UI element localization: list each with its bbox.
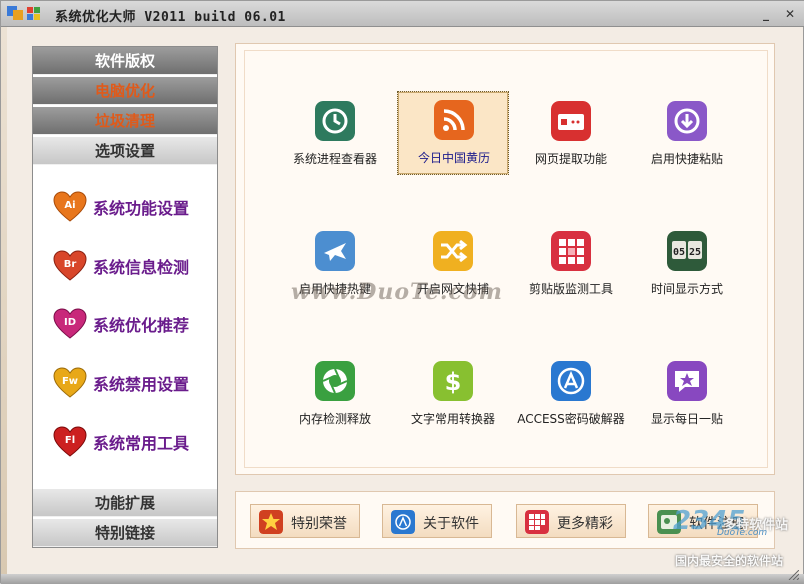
svg-text:Br: Br [64, 259, 77, 270]
tool-process-viewer[interactable]: 系统进程查看器 [279, 93, 391, 177]
button-label: 特别荣誉 [291, 516, 347, 532]
history-icon [315, 101, 355, 141]
minimize-button[interactable]: _ [759, 7, 773, 21]
tool-label: 显示每日一贴 [650, 412, 723, 426]
tools-grid: 系统进程查看器 今日中国黄历 网页提取功能 启用快捷粘贴 启用快捷热键 开启网文… [244, 50, 768, 468]
svg-text:Fw: Fw [62, 376, 78, 387]
tool-text-converter[interactable]: $ 文字常用转换器 [397, 353, 509, 437]
tool-time-display[interactable]: 05 25 时间显示方式 [631, 223, 743, 307]
svg-text:Fl: Fl [65, 435, 75, 446]
dollar-icon: $ [433, 361, 473, 401]
close-button[interactable]: ✕ [783, 7, 797, 21]
tab-pc-optimize[interactable]: 电脑优化 [33, 77, 217, 105]
heart-id-icon: ID [53, 308, 87, 339]
tool-label: 剪贴版监测工具 [528, 282, 613, 296]
clock-hours: 05 [673, 247, 685, 258]
clock-minutes: 25 [689, 247, 701, 258]
tool-label: 今日中国黄历 [417, 151, 490, 165]
resize-grip-icon[interactable] [785, 570, 799, 580]
svg-text:ID: ID [64, 317, 76, 328]
logo-site-en: DuoTe.com [717, 528, 768, 538]
menu-label: 系统常用工具 [93, 434, 190, 453]
airplane-icon [315, 231, 355, 271]
tab-copyright[interactable]: 软件版权 [33, 47, 217, 75]
sidebar-menu: Ai 系统功能设置 Br 系统信息检测 ID 系统优化推荐 Fw 系统禁用设置 … [33, 167, 217, 489]
menu-label: 系统优化推荐 [93, 316, 190, 335]
web-extract-icon [551, 101, 591, 141]
tab-options[interactable]: 选项设置 [33, 137, 217, 165]
tool-clipboard-monitor[interactable]: 剪贴版监测工具 [515, 223, 627, 307]
clock-icon: 05 25 [667, 231, 707, 271]
tool-label: 启用快捷粘贴 [650, 152, 723, 166]
menu-item-common-tools[interactable]: Fl 系统常用工具 [53, 422, 213, 462]
tool-label: 网页提取功能 [534, 152, 607, 166]
rss-icon [434, 100, 474, 140]
more-button[interactable]: 更多精彩 [516, 504, 626, 538]
info-icon [391, 510, 415, 534]
honors-button[interactable]: 特别荣誉 [250, 504, 360, 538]
about-button[interactable]: 关于软件 [382, 504, 492, 538]
app-logo-icon [7, 6, 40, 20]
tool-access-cracker[interactable]: ACCESS密码破解器 [515, 353, 627, 437]
appstore-icon [551, 361, 591, 401]
tool-label: 内存检测释放 [298, 412, 371, 426]
tab-junk-clean[interactable]: 垃圾清理 [33, 107, 217, 135]
tool-label: 系统进程查看器 [292, 152, 377, 166]
tab-special-links[interactable]: 特别链接 [33, 519, 217, 547]
tool-label: 时间显示方式 [650, 282, 723, 296]
svg-text:$: $ [445, 368, 462, 396]
star-icon [259, 510, 283, 534]
menu-label: 系统信息检测 [93, 258, 190, 277]
logo-slogan: 国内最安全的软件站 [675, 554, 784, 568]
grid-icon [525, 510, 549, 534]
sidebar: 软件版权 电脑优化 垃圾清理 选项设置 Ai 系统功能设置 Br 系统信息检测 [32, 46, 218, 548]
heart-ai-icon: Ai [53, 191, 87, 222]
button-label: 关于软件 [423, 516, 479, 532]
tab-extensions[interactable]: 功能扩展 [33, 489, 217, 517]
menu-item-system-info[interactable]: Br 系统信息检测 [53, 246, 213, 286]
app-window: 系统优化大师 V2011 build 06.01 _ ✕ 软件版权 电脑优化 垃… [0, 0, 804, 584]
star-chat-icon [667, 361, 707, 401]
tools-panel: 系统进程查看器 今日中国黄历 网页提取功能 启用快捷粘贴 启用快捷热键 开启网文… [235, 43, 775, 475]
left-border [1, 27, 7, 584]
heart-fw-icon: Fw [53, 367, 87, 398]
download-icon [667, 101, 707, 141]
menu-label: 系统功能设置 [93, 199, 190, 218]
menu-item-system-function[interactable]: Ai 系统功能设置 [53, 187, 213, 227]
heart-br-icon: Br [53, 250, 87, 281]
site-watermark: www.DuoTe.com [291, 279, 503, 305]
tool-web-extract[interactable]: 网页提取功能 [515, 93, 627, 177]
menu-label: 系统禁用设置 [93, 375, 190, 394]
title-bar[interactable]: 系统优化大师 V2011 build 06.01 _ ✕ [1, 1, 804, 27]
aperture-icon [315, 361, 355, 401]
heart-fl-icon: Fl [53, 426, 87, 457]
tool-memory-release[interactable]: 内存检测释放 [279, 353, 391, 437]
menu-item-disable-settings[interactable]: Fw 系统禁用设置 [53, 363, 213, 403]
grid-icon [551, 231, 591, 271]
duote-logo-watermark: 2345 多特软件站 DuoTe.com 国内最安全的软件站 [673, 506, 803, 576]
shuffle-icon [433, 231, 473, 271]
tool-china-almanac[interactable]: 今日中国黄历 [397, 91, 509, 175]
tool-label: ACCESS密码破解器 [517, 412, 625, 426]
window-title: 系统优化大师 V2011 build 06.01 [55, 10, 286, 25]
svg-text:Ai: Ai [64, 200, 75, 211]
tool-daily-tip[interactable]: 显示每日一贴 [631, 353, 743, 437]
tool-quick-paste[interactable]: 启用快捷粘贴 [631, 93, 743, 177]
menu-item-optimize-recommend[interactable]: ID 系统优化推荐 [53, 304, 213, 344]
button-label: 更多精彩 [557, 516, 613, 532]
tool-label: 文字常用转换器 [410, 412, 495, 426]
